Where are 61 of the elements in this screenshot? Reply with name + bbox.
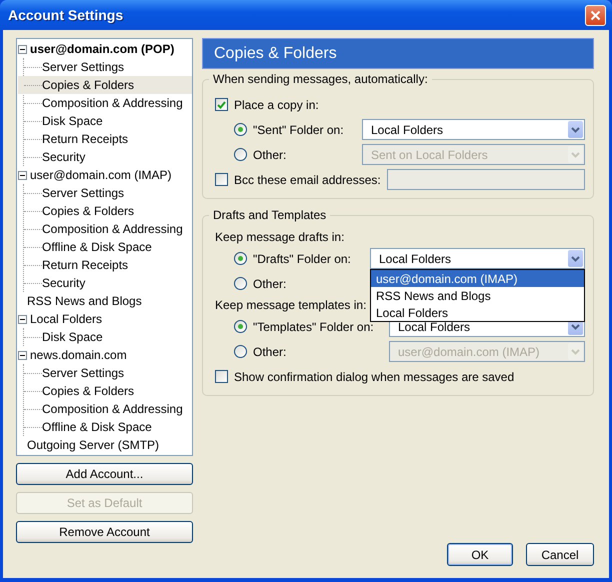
tree-item[interactable]: Copies & Folders	[18, 202, 192, 220]
radio-button[interactable]	[234, 123, 247, 136]
tree-item[interactable]: Return Receipts	[18, 256, 192, 274]
tree-item[interactable]: Copies & Folders	[18, 76, 192, 94]
radio-label: Other:	[253, 148, 288, 162]
dropdown[interactable]: Local Folders	[362, 119, 585, 140]
tree-item[interactable]: Outgoing Server (SMTP)	[27, 438, 162, 452]
checkbox[interactable]	[215, 98, 228, 111]
panel-title: Copies & Folders	[202, 38, 594, 69]
window-title: Account Settings	[8, 7, 124, 23]
collapse-icon[interactable]	[18, 44, 27, 54]
collapse-icon[interactable]	[18, 170, 27, 180]
radio-label: "Templates" Folder on:	[253, 320, 375, 334]
radio-label: "Drafts" Folder on:	[253, 252, 352, 266]
checkbox-label: Bcc these email addresses:	[234, 172, 381, 186]
tree-item[interactable]: user@domain.com (IMAP)	[30, 168, 174, 182]
account-button[interactable]: Add Account...	[16, 463, 193, 485]
dialog-button[interactable]: OK	[447, 543, 513, 566]
tree-item[interactable]: Composition & Addressing	[18, 220, 192, 238]
dialog-button[interactable]: Cancel	[526, 543, 594, 566]
radio-button[interactable]	[234, 277, 247, 290]
checkmark-icon	[217, 100, 226, 108]
dropdown-option[interactable]: user@domain.com (IMAP)	[371, 270, 584, 287]
tree-item[interactable]: Disk Space	[18, 328, 192, 346]
tree-item[interactable]: Offline & Disk Space	[18, 238, 192, 256]
radio-button[interactable]	[234, 148, 247, 161]
checkbox[interactable]	[215, 173, 228, 186]
tree-item[interactable]: Composition & Addressing	[18, 400, 192, 418]
account-button[interactable]: Remove Account	[16, 521, 193, 543]
tree-item[interactable]: news.domain.com	[30, 348, 129, 362]
tree-item[interactable]: Copies & Folders	[18, 382, 192, 400]
tree-item[interactable]: Disk Space	[18, 112, 192, 130]
radio-button[interactable]	[234, 320, 247, 333]
tree-item[interactable]: Composition & Addressing	[18, 94, 192, 112]
section-label: Keep message drafts in:	[215, 230, 346, 244]
group-title: When sending messages, automatically:	[209, 72, 432, 86]
collapse-icon[interactable]	[18, 350, 27, 360]
tree-item[interactable]: Local Folders	[30, 312, 104, 326]
tree-item[interactable]: user@domain.com (POP)	[30, 42, 176, 56]
radio-button[interactable]	[234, 345, 247, 358]
tree-item[interactable]: Security	[18, 274, 192, 292]
checkbox[interactable]	[215, 370, 228, 383]
radio-button[interactable]	[234, 252, 247, 265]
tree-item[interactable]: RSS News and Blogs	[27, 294, 144, 308]
tree-item[interactable]: Server Settings	[18, 364, 192, 382]
tree-item[interactable]: Security	[18, 148, 192, 166]
close-icon	[590, 10, 601, 20]
checkbox-label: Place a copy in:	[234, 98, 319, 112]
tree-item[interactable]: Server Settings	[18, 184, 192, 202]
close-button[interactable]	[585, 4, 606, 26]
tree-item[interactable]: Offline & Disk Space	[18, 418, 192, 436]
collapse-icon[interactable]	[18, 314, 27, 324]
dropdown[interactable]: Local Folders	[370, 248, 585, 269]
radio-label: "Sent" Folder on:	[253, 122, 345, 136]
checkbox-label: Show confirmation dialog when messages are saved	[234, 370, 514, 384]
group-title: Drafts and Templates	[209, 208, 330, 222]
tree-item[interactable]: Server Settings	[18, 58, 192, 76]
radio-label: Other:	[253, 276, 286, 290]
section-label: Keep message templates in:	[215, 298, 368, 312]
radio-label: Other:	[253, 344, 288, 358]
tree-item[interactable]: Return Receipts	[18, 130, 192, 148]
